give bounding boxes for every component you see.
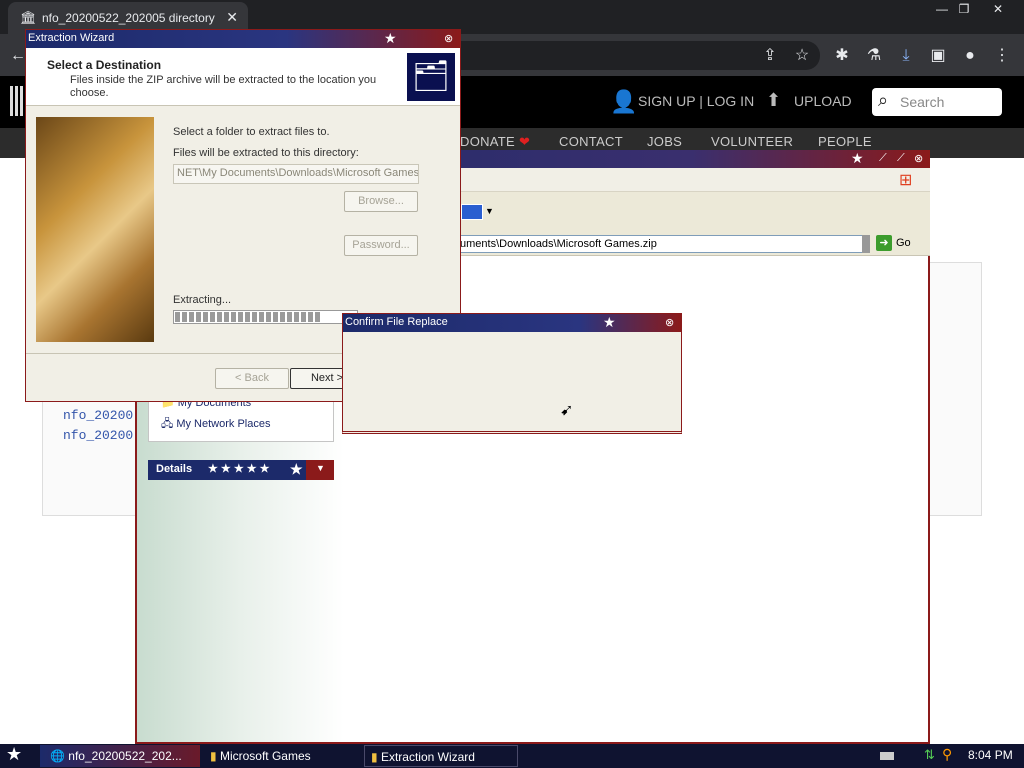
taskbar-item-label: nfo_20200522_202...	[68, 749, 182, 763]
confirm-file-replace-dialog: Confirm File Replace ★ ⊗	[342, 313, 682, 434]
bookmark-star-icon[interactable]: ☆	[790, 44, 814, 68]
extraction-progress-bar	[173, 310, 358, 324]
folder-zip-icon: 🗂	[406, 52, 456, 102]
views-dropdown-icon[interactable]: ▼	[485, 206, 494, 216]
signup-login-link[interactable]: SIGN UP | LOG IN	[638, 93, 754, 109]
chrome-menu-icon[interactable]: ⋮	[990, 44, 1014, 68]
taskbar-item-label: Extraction Wizard	[380, 750, 475, 764]
directory-label: Files will be extracted to this director…	[173, 147, 359, 159]
go-arrow-icon: ➜	[876, 235, 892, 251]
nav-volunteer[interactable]: VOLUNTEER	[711, 134, 793, 149]
close-icon[interactable]: ⊗	[665, 316, 674, 329]
wizard-heading: Select a Destination	[47, 58, 162, 72]
profile-avatar-icon[interactable]: ●	[958, 44, 982, 68]
star-icon: ★	[603, 314, 616, 330]
details-label: Details	[156, 463, 193, 475]
back-button[interactable]: < Back	[215, 368, 289, 389]
taskbar-item-browser[interactable]: 🌐 nfo_20200522_202...	[40, 745, 200, 767]
desktop: 🏛 nfo_20200522_202005 directory lis ✕ — …	[0, 0, 1024, 768]
nav-people[interactable]: PEOPLE	[818, 134, 872, 149]
collapse-chevron-icon[interactable]: ▼	[316, 463, 325, 473]
nav-contact[interactable]: CONTACT	[559, 134, 623, 149]
keyboard-tray-icon[interactable]	[880, 752, 894, 760]
site-search-input[interactable]: ⌕ Search	[872, 88, 1002, 116]
confirm-titlebar[interactable]: Confirm File Replace ★ ⊗	[343, 314, 681, 332]
star-icon: ★	[384, 30, 397, 46]
tab-close-icon[interactable]: ✕	[226, 9, 238, 26]
labs-flask-icon[interactable]: ⚗	[862, 44, 886, 68]
wizard-titlebar[interactable]: Extraction Wizard ★ ⊗	[26, 30, 460, 48]
folder-icon: ▮	[210, 749, 217, 763]
extracting-label: Extracting...	[173, 294, 232, 306]
nav-donate[interactable]: DONATE ❤	[460, 134, 530, 150]
maximize-icon[interactable]: ⟋	[897, 152, 905, 165]
wizard-header: Select a Destination Files inside the ZI…	[26, 48, 460, 106]
share-icon[interactable]: ⇪	[758, 44, 782, 68]
archive-favicon-icon: 🏛	[20, 10, 37, 25]
download-icon[interactable]: ⤓	[894, 44, 918, 68]
start-star-icon[interactable]: ★	[6, 744, 22, 765]
heart-icon: ❤	[518, 134, 531, 149]
explorer-address-field[interactable]: uments\Downloads\Microsoft Games.zip	[455, 235, 863, 253]
progress-fill	[175, 312, 320, 322]
windows-logo-icon: ⊞	[899, 172, 913, 189]
star-icon: ★	[851, 150, 864, 166]
go-button[interactable]: ➜ Go	[876, 235, 911, 251]
wizard-title: Extraction Wizard	[28, 32, 115, 44]
nav-donate-label: DONATE	[460, 134, 516, 149]
my-network-places-label: My Network Places	[176, 418, 271, 430]
views-icon[interactable]	[461, 204, 483, 220]
stars-decoration-icon: ★ ★ ★ ★ ★	[208, 463, 270, 475]
minimize-icon[interactable]: ⟋	[879, 152, 887, 165]
archive-logo-icon[interactable]	[10, 86, 24, 116]
details-section-header[interactable]: Details ★ ★ ★ ★ ★ ★ ▼	[148, 460, 334, 480]
close-icon[interactable]: ⊗	[914, 152, 923, 165]
window-close-button[interactable]: ✕	[982, 0, 1014, 18]
folder-icon: ▮	[371, 750, 378, 764]
browser-tab-title: nfo_20200522_202005 directory lis	[42, 11, 218, 25]
taskbar-item-label: Microsoft Games	[219, 749, 311, 763]
mouse-cursor-icon: ➹	[560, 402, 574, 419]
search-placeholder: Search	[900, 94, 945, 110]
taskbar-clock: 8:04 PM	[968, 748, 1013, 762]
file-link[interactable]: nfo_20200	[63, 408, 133, 423]
browse-button[interactable]: Browse...	[344, 191, 418, 212]
network-icon: 🖧	[161, 418, 174, 430]
wizard-subheading: Files inside the ZIP archive will be ext…	[70, 74, 377, 99]
taskbar-item-microsoft-games[interactable]: ▮ Microsoft Games	[206, 745, 356, 767]
search-tray-icon[interactable]: ⚲	[942, 746, 952, 763]
network-tray-icon[interactable]: ⇅	[924, 747, 935, 763]
destination-input[interactable]: NET\My Documents\Downloads\Microsoft Gam…	[173, 164, 419, 184]
browser-taskbar-icon: 🌐	[50, 749, 65, 763]
wizard-side-image	[36, 117, 154, 342]
star-icon: ★	[290, 461, 303, 477]
confirm-title: Confirm File Replace	[345, 316, 448, 328]
nav-jobs[interactable]: JOBS	[647, 134, 682, 149]
upload-arrow-icon: ⬆	[766, 90, 782, 110]
my-network-places-item[interactable]: 🖧 My Network Places	[161, 415, 270, 434]
window-restore-button[interactable]: ❐	[948, 0, 980, 18]
taskbar-item-extraction-wizard[interactable]: ▮ Extraction Wizard	[364, 745, 518, 767]
password-button[interactable]: Password...	[344, 235, 418, 256]
side-panel-icon[interactable]: ▣	[926, 44, 950, 68]
select-folder-label: Select a folder to extract files to.	[173, 126, 330, 138]
close-icon[interactable]: ⊗	[444, 32, 453, 45]
file-link[interactable]: nfo_20200	[63, 428, 133, 443]
go-label: Go	[896, 237, 911, 249]
user-icon: 👤	[610, 89, 638, 114]
extensions-puzzle-icon[interactable]: ✱	[830, 44, 854, 68]
search-icon: ⌕	[878, 90, 889, 110]
upload-link[interactable]: UPLOAD	[794, 93, 852, 109]
address-dropdown-icon[interactable]	[862, 235, 870, 253]
